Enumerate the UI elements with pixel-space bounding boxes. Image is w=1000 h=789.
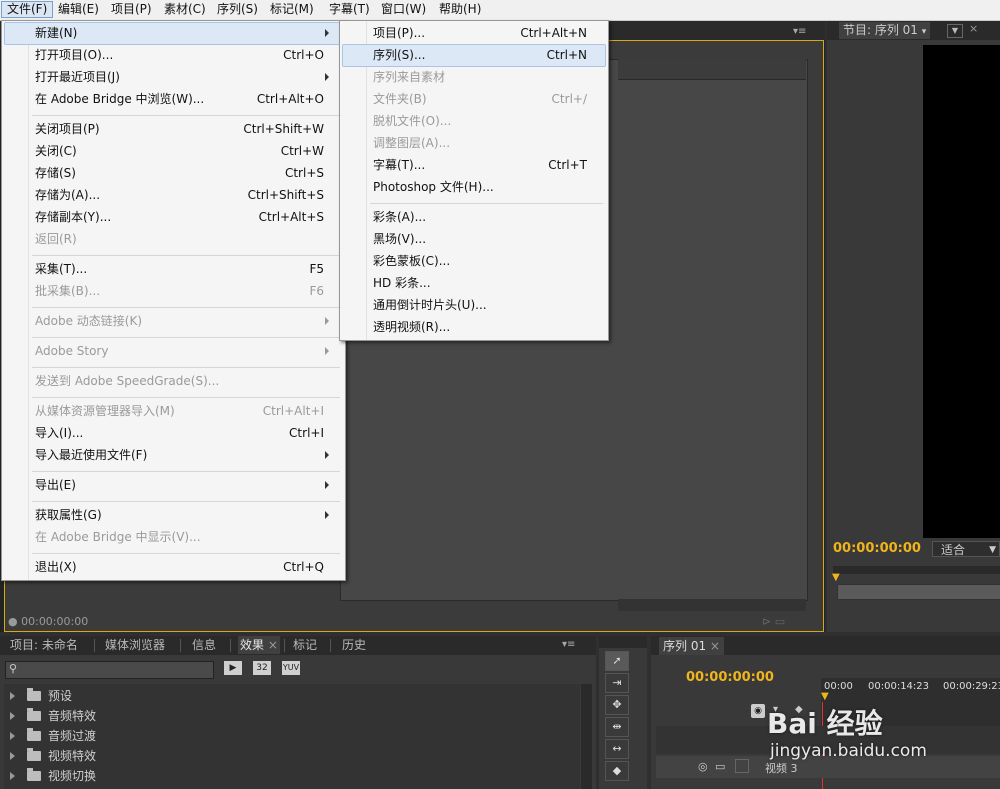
rolling-edit-tool-icon[interactable]: ⇹ (605, 717, 629, 737)
tab-info[interactable]: 信息 (192, 636, 216, 654)
menu-item-close-project[interactable]: 关闭项目(P) Ctrl+Shift+W (35, 118, 324, 140)
submenu-item-transparent-video[interactable]: 透明视频(R)... (373, 316, 587, 338)
program-video (923, 45, 1000, 538)
menu-item-save-copy[interactable]: 存储副本(Y)... Ctrl+Alt+S (35, 206, 324, 228)
folder-icon (27, 688, 41, 701)
submenu-item-offline-file[interactable]: 脱机文件(O)... (373, 110, 587, 132)
playhead-icon[interactable]: ▼ (832, 572, 840, 583)
accelerated-effects-icon[interactable]: ▶ (224, 661, 242, 675)
tab-effects[interactable]: 效果 × (238, 636, 280, 654)
submenu-item-adjustment-layer[interactable]: 调整图层(A)... (373, 132, 587, 154)
menu-item-dynamic-link[interactable]: Adobe 动态链接(K) (35, 310, 329, 332)
submenu-item-photoshop-file[interactable]: Photoshop 文件(H)... (373, 176, 587, 198)
menu-title[interactable]: 字幕(T) (324, 1, 375, 18)
submenu-item-sequence-from-clip[interactable]: 序列来自素材 (373, 66, 587, 88)
export-frame-icon[interactable]: ⊳ ▭ (762, 615, 785, 628)
search-icon: ⚲ (9, 662, 18, 675)
eye-icon[interactable]: ◎ (698, 760, 708, 773)
submenu-item-bin[interactable]: 文件夹(B) Ctrl+/ (373, 88, 587, 110)
menu-project[interactable]: 项目(P) (106, 1, 157, 18)
rate-stretch-tool-icon[interactable]: ↔ (605, 739, 629, 759)
zoom-scrollbar[interactable] (837, 584, 1000, 600)
menu-edit[interactable]: 编辑(E) (53, 1, 104, 18)
panel-menu-icon[interactable]: ▾≡ (793, 26, 806, 37)
selection-tool-icon[interactable]: ➚ (605, 651, 629, 671)
folder-icon (27, 708, 41, 721)
scrollbar[interactable] (581, 684, 592, 789)
fit-select[interactable]: 适合 ▼ (932, 541, 1000, 557)
32bit-badge[interactable]: 32 (253, 661, 271, 675)
menu-item-send-speedgrade[interactable]: 发送到 Adobe SpeedGrade(S)... (35, 370, 324, 392)
menu-item-exit[interactable]: 退出(X) Ctrl+Q (35, 556, 324, 578)
playhead-icon[interactable]: ▼ (821, 691, 829, 702)
submenu-item-sequence[interactable]: 序列(S)... Ctrl+N (373, 44, 587, 66)
submenu-item-bars-tone[interactable]: 彩条(A)... (373, 206, 587, 228)
effects-panel: 项目: 未命名 媒体浏览器 信息 效果 × 标记 历史 ▾≡ ⚲ ▶ 32 YU… (0, 636, 596, 789)
menu-item-new[interactable]: 新建(N) (35, 22, 329, 44)
program-timecode[interactable]: 00:00:00:00 (833, 541, 921, 556)
tab-history[interactable]: 历史 (342, 636, 366, 654)
source-timecode: ● 00:00:00:00 (8, 615, 89, 628)
dropdown-icon[interactable]: ▼ (947, 24, 963, 38)
menu-item-export[interactable]: 导出(E) (35, 474, 329, 496)
menu-item-close[interactable]: 关闭(C) Ctrl+W (35, 140, 324, 162)
menu-item-get-properties[interactable]: 获取属性(G) (35, 504, 329, 526)
menu-item-batch-capture[interactable]: 批采集(B)... F6 (35, 280, 324, 302)
submenu-item-black-video[interactable]: 黑场(V)... (373, 228, 587, 250)
folder-icon (27, 748, 41, 761)
menu-item-capture[interactable]: 采集(T)... F5 (35, 258, 324, 280)
panel-menu-icon[interactable]: ▾≡ (562, 639, 575, 650)
tab-markers[interactable]: 标记 (293, 636, 317, 654)
program-monitor: 节目: 序列 01 ▾ ▼ × 00:00:00:00 适合 ▼ ▼ (827, 21, 1000, 632)
menu-file[interactable]: 文件(F) (1, 1, 54, 18)
menu-item-browse-bridge[interactable]: 在 Adobe Bridge 中浏览(W)... Ctrl+Alt+O (35, 88, 324, 110)
menu-item-save[interactable]: 存储(S) Ctrl+S (35, 162, 324, 184)
effects-search-input[interactable]: ⚲ (5, 661, 214, 679)
tab-sequence[interactable]: 序列 01 × (659, 637, 724, 655)
snap-icon[interactable]: ◉ (751, 704, 765, 718)
menu-item-reveal-bridge[interactable]: 在 Adobe Bridge 中显示(V)... (35, 526, 324, 548)
timeline-timecode[interactable]: 00:00:00:00 (686, 670, 774, 685)
ruler-label: 00:00:14:23 (868, 681, 930, 692)
menu-marker[interactable]: 标记(M) (265, 1, 319, 18)
submenu-item-title[interactable]: 字幕(T)... Ctrl+T (373, 154, 587, 176)
tab-program[interactable]: 节目: 序列 01 ▾ (839, 22, 931, 39)
menu-item-save-as[interactable]: 存储为(A)... Ctrl+Shift+S (35, 184, 324, 206)
menu-item-import-recent[interactable]: 导入最近使用文件(F) (35, 444, 329, 466)
lock-toggle[interactable] (735, 759, 749, 773)
track-select-tool-icon[interactable]: ⇥ (605, 673, 629, 693)
menu-item-revert[interactable]: 返回(R) (35, 228, 324, 250)
menu-window[interactable]: 窗口(W) (376, 1, 431, 18)
menu-help[interactable]: 帮助(H) (434, 1, 486, 18)
menu-item-import[interactable]: 导入(I)... Ctrl+I (35, 422, 324, 444)
menu-item-adobe-story[interactable]: Adobe Story (35, 340, 329, 362)
ruler-label: 00:00:29:23 (943, 681, 1000, 692)
track-name: 视频 3 (765, 762, 798, 775)
new-submenu: 项目(P)... Ctrl+Alt+N 序列(S)... Ctrl+N 序列来自素材… (339, 20, 609, 341)
tab-media-browser[interactable]: 媒体浏览器 (105, 636, 165, 654)
baidu-watermark-logo: Bai 经验 (767, 707, 883, 740)
submenu-item-color-matte[interactable]: 彩色蒙板(C)... (373, 250, 587, 272)
menu-clip[interactable]: 素材(C) (159, 1, 211, 18)
yuv-badge[interactable]: YUV (282, 661, 300, 675)
submenu-item-hd-bars[interactable]: HD 彩条... (373, 272, 587, 294)
menu-sequence[interactable]: 序列(S) (212, 1, 263, 18)
baidu-watermark-url: jingyan.baidu.com (770, 741, 927, 761)
ripple-edit-tool-icon[interactable]: ✥ (605, 695, 629, 715)
folder-icon (27, 728, 41, 741)
menu-item-import-media-browser[interactable]: 从媒体资源管理器导入(M) Ctrl+Alt+I (35, 400, 324, 422)
camera-icon[interactable]: ▭ (715, 760, 725, 773)
file-menu: 新建(N) 打开项目(O)... Ctrl+O 打开最近项目(J) 在 Adobe… (1, 20, 346, 581)
razor-tool-icon[interactable]: ◆ (605, 761, 629, 781)
menu-item-open-project[interactable]: 打开项目(O)... Ctrl+O (35, 44, 324, 66)
tab-project[interactable]: 项目: 未命名 (10, 636, 78, 654)
menu-bar: 文件(F) 编辑(E) 项目(P) 素材(C) 序列(S) 标记(M) 字幕(T… (0, 0, 1000, 21)
close-icon[interactable]: × (969, 22, 978, 35)
folder-icon (27, 768, 41, 781)
submenu-item-countdown[interactable]: 通用倒计时片头(U)... (373, 294, 587, 316)
submenu-item-project[interactable]: 项目(P)... Ctrl+Alt+N (373, 22, 587, 44)
menu-item-open-recent[interactable]: 打开最近项目(J) (35, 66, 329, 88)
